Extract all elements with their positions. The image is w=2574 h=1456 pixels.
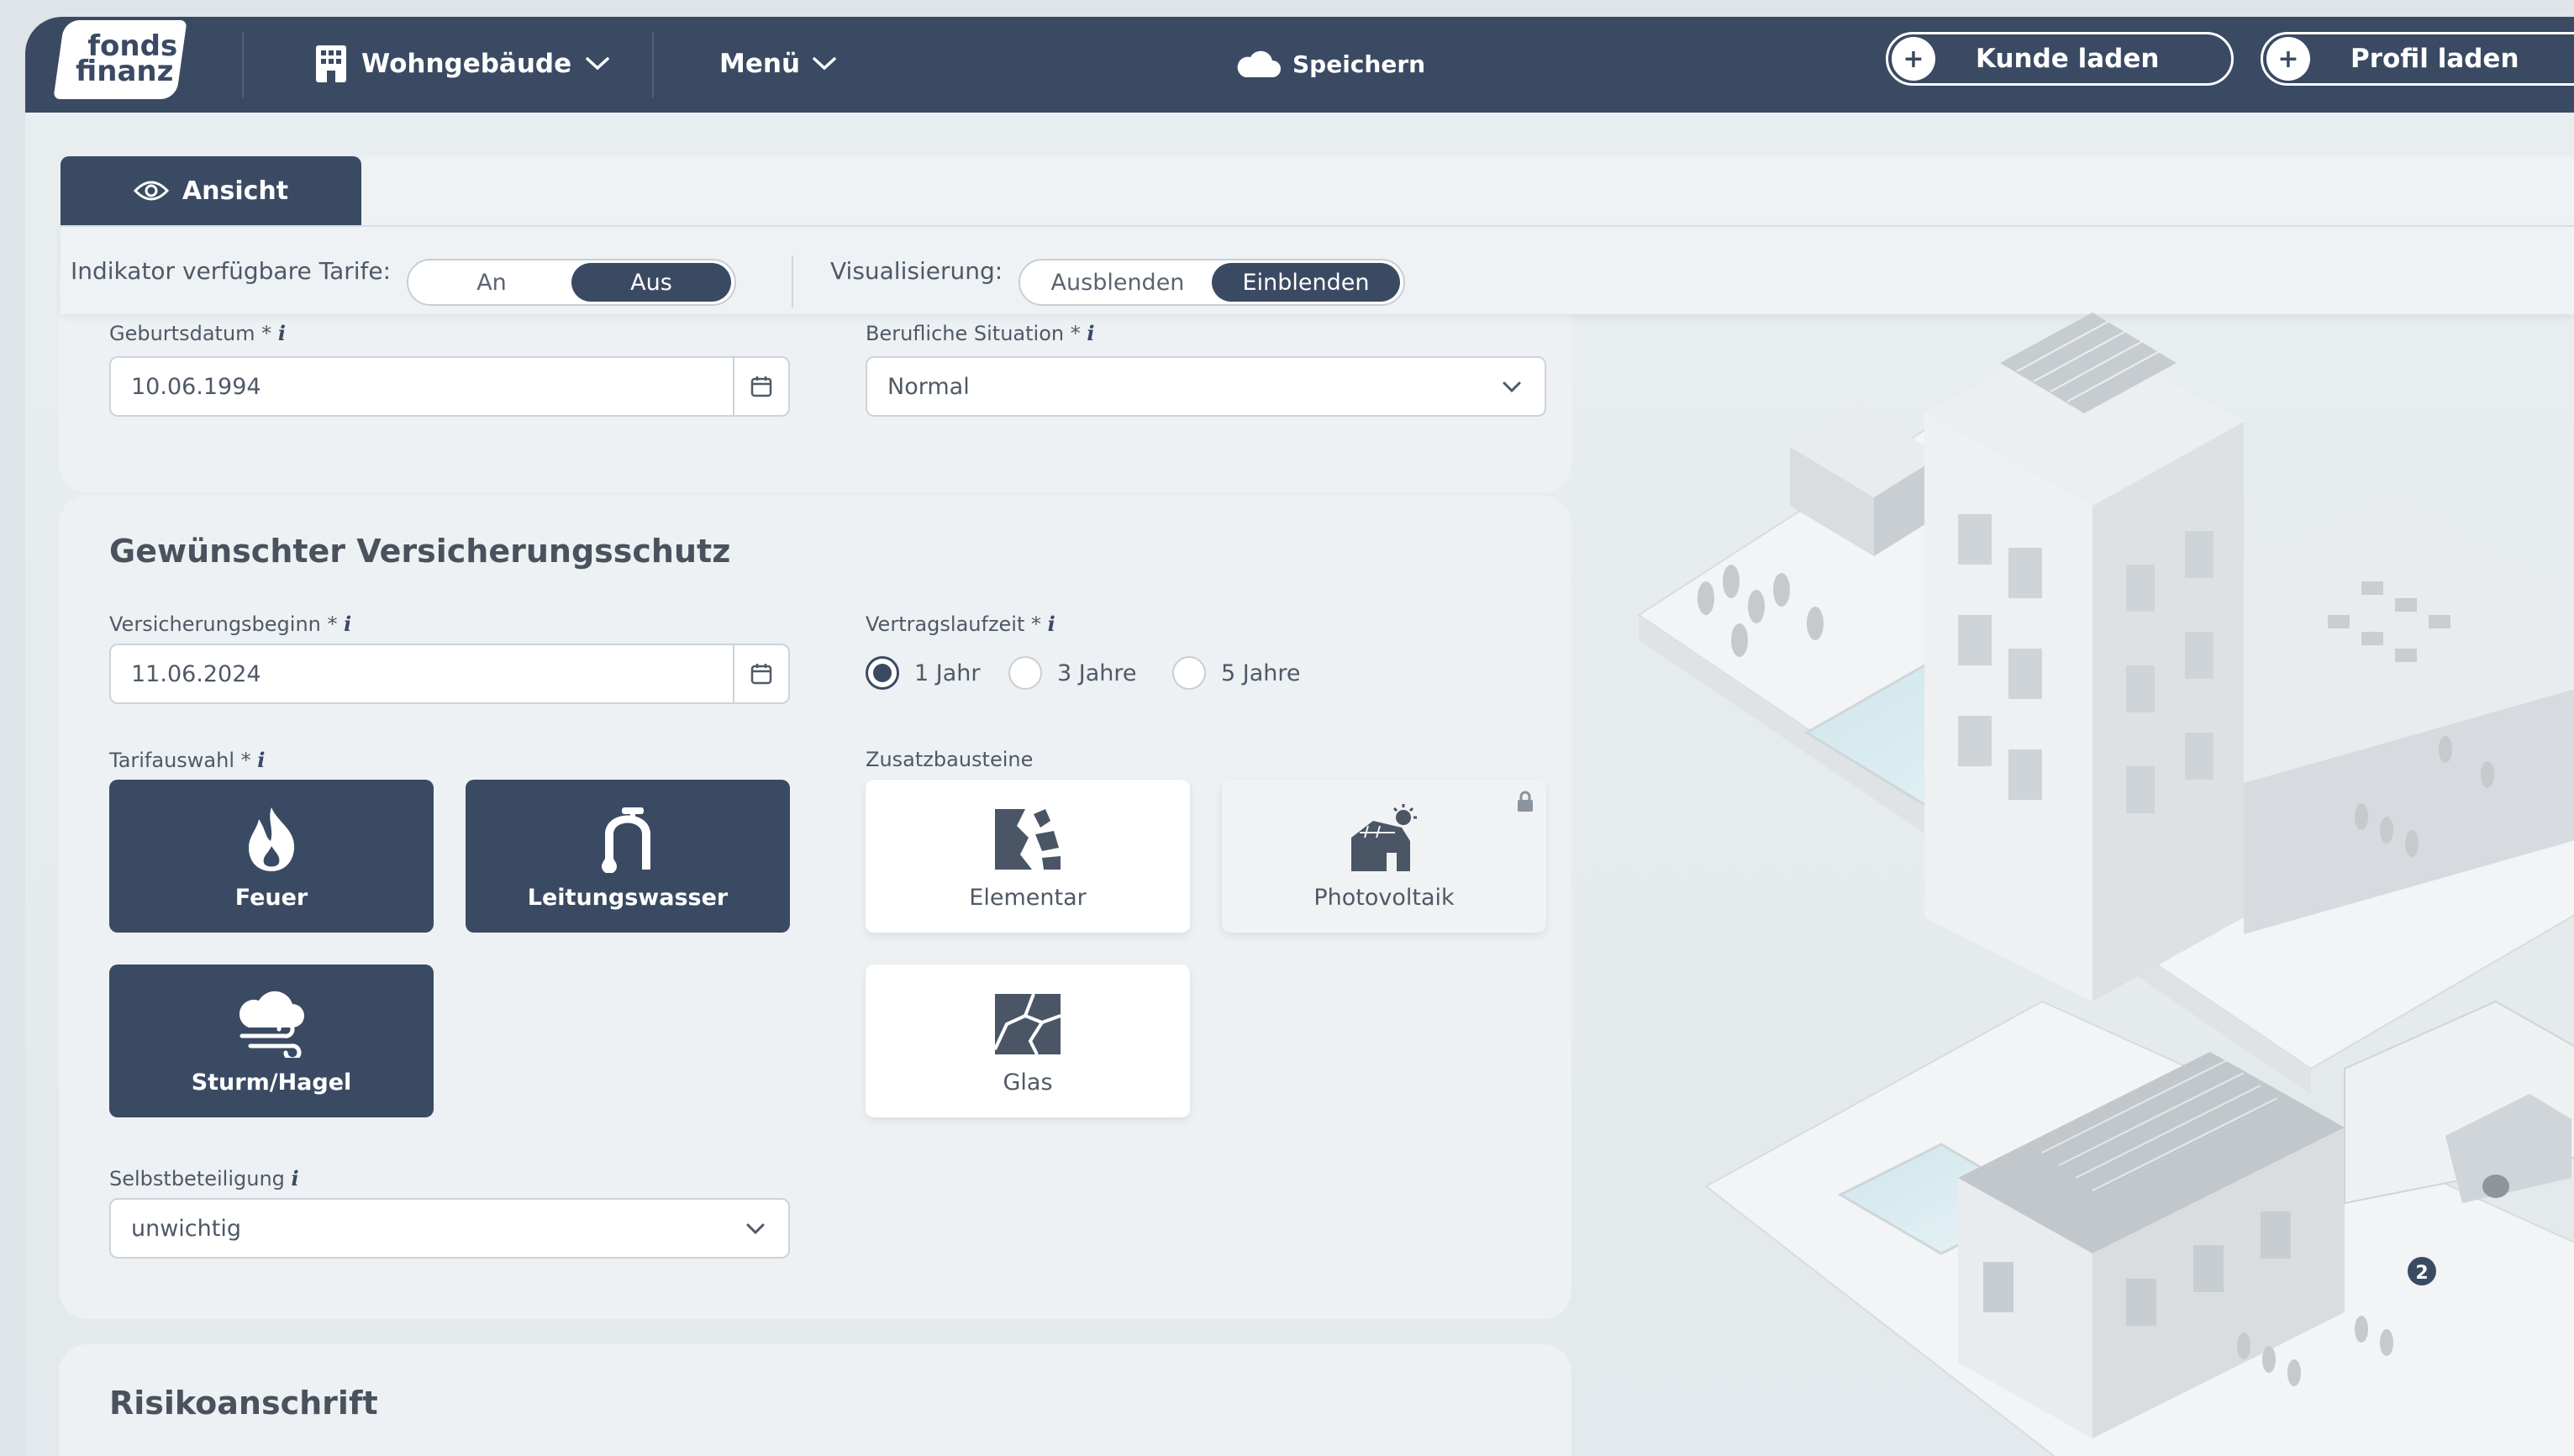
- building-icon: [316, 45, 346, 82]
- load-customer-label: Kunde laden: [1976, 44, 2160, 74]
- addon-tile-elementar[interactable]: Elementar: [866, 780, 1190, 933]
- term-radio-5[interactable]: 5 Jahre: [1172, 656, 1301, 690]
- chevron-down-icon: [1503, 381, 1521, 393]
- chevron-down-icon: [813, 57, 836, 71]
- term-label: Vertragslaufzeit * i: [866, 612, 1055, 636]
- fonds-finanz-logo[interactable]: fonds finanz: [53, 20, 187, 99]
- tariff-label: Tarifauswahl * i: [109, 748, 266, 772]
- logo-line-2: finanz: [76, 55, 174, 88]
- radio-icon: [1172, 656, 1206, 690]
- deductible-select[interactable]: unwichtig: [109, 1198, 790, 1259]
- top-navigation-bar: fonds finanz Wohngebäude Menü Speichern …: [25, 17, 2574, 113]
- calendar-icon: [750, 376, 772, 397]
- tariff-tile-storm[interactable]: Sturm/Hagel: [109, 965, 434, 1117]
- info-icon[interactable]: i: [257, 748, 265, 772]
- toggle-option-show[interactable]: Einblenden: [1212, 263, 1400, 302]
- storm-cloud-icon: [239, 991, 304, 1058]
- solar-house-icon: [1351, 804, 1417, 871]
- radio-selected-icon: [866, 656, 899, 690]
- calendar-button[interactable]: [733, 358, 788, 415]
- calendar-icon: [750, 664, 772, 685]
- plus-icon: +: [2266, 37, 2310, 81]
- toggle-option-off[interactable]: Aus: [571, 263, 731, 302]
- menu-dropdown[interactable]: Menü: [719, 39, 837, 89]
- info-icon[interactable]: i: [278, 321, 286, 345]
- load-customer-button[interactable]: + Kunde laden: [1886, 32, 2234, 86]
- job-select[interactable]: Normal: [866, 356, 1546, 417]
- plus-icon: +: [1892, 37, 1935, 81]
- save-button[interactable]: Speichern: [1235, 39, 1425, 89]
- lock-icon: [1518, 791, 1533, 812]
- cracked-house-icon: [995, 809, 1061, 870]
- tariff-tile-fire[interactable]: Feuer: [109, 780, 434, 933]
- birthdate-input[interactable]: 10.06.1994: [109, 356, 790, 417]
- chevron-down-icon: [746, 1223, 765, 1235]
- flame-icon: [249, 807, 295, 871]
- term-radio-group: 1 Jahr 3 Jahre 5 Jahre: [866, 656, 1454, 693]
- nav-divider: [242, 32, 244, 97]
- visualization-label: Visualisierung:: [830, 257, 1003, 285]
- toggle-option-hide[interactable]: Ausblenden: [1024, 263, 1212, 302]
- tariff-indicator-toggle[interactable]: An Aus: [407, 259, 736, 306]
- risk-address-card: Risikoanschrift: [59, 1344, 1571, 1456]
- toggle-option-on[interactable]: An: [412, 263, 571, 302]
- birthdate-label: Geburtsdatum * i: [109, 321, 286, 345]
- risk-address-title: Risikoanschrift: [109, 1385, 378, 1422]
- coverage-title: Gewünschter Versicherungsschutz: [109, 533, 731, 570]
- load-profile-button[interactable]: + Profil laden: [2261, 32, 2574, 86]
- product-dropdown[interactable]: Wohngebäude: [314, 39, 610, 89]
- addon-tile-photovoltaik: Photovoltaik: [1222, 780, 1546, 933]
- addons-label: Zusatzbausteine: [866, 748, 1034, 771]
- building-visualization: 2: [1637, 313, 2574, 1456]
- faucet-icon: [602, 807, 650, 873]
- broken-glass-icon: [993, 993, 1061, 1055]
- info-icon[interactable]: i: [1048, 612, 1055, 636]
- radio-icon: [1008, 656, 1042, 690]
- single-family-house: 2: [1704, 1000, 2574, 1456]
- term-radio-1[interactable]: 1 Jahr: [866, 656, 980, 690]
- chevron-down-icon: [586, 57, 609, 71]
- info-icon[interactable]: i: [344, 612, 351, 636]
- nav-divider: [652, 32, 654, 97]
- apartment-complex: [1637, 313, 2574, 1094]
- addon-tile-glass[interactable]: Glas: [866, 965, 1190, 1117]
- view-tab[interactable]: Ansicht: [61, 156, 361, 225]
- load-profile-label: Profil laden: [2350, 44, 2519, 74]
- deductible-label: Selbstbeteiligung i: [109, 1166, 299, 1191]
- tariff-indicator-label: Indikator verfügbare Tarife:: [71, 257, 392, 285]
- divider: [792, 255, 793, 307]
- menu-label: Menü: [719, 49, 801, 79]
- info-icon[interactable]: i: [292, 1166, 299, 1191]
- view-panel-topstrip: [361, 156, 2574, 227]
- save-label: Speichern: [1292, 50, 1426, 78]
- coverage-card: Gewünschter Versicherungsschutz Versiche…: [59, 496, 1571, 1319]
- eye-icon: [133, 181, 169, 201]
- view-options-bar: Indikator verfügbare Tarife: An Aus Visu…: [61, 225, 2574, 314]
- visualization-toggle[interactable]: Ausblenden Einblenden: [1019, 259, 1405, 306]
- job-label: Berufliche Situation * i: [866, 321, 1095, 345]
- tariff-tile-water[interactable]: Leitungswasser: [466, 780, 790, 933]
- product-label: Wohngebäude: [361, 49, 572, 79]
- start-date-input[interactable]: 11.06.2024: [109, 644, 790, 704]
- marker-badge-number: 2: [2415, 1263, 2428, 1284]
- app-window: fonds finanz Wohngebäude Menü Speichern …: [25, 17, 2574, 1456]
- calendar-button[interactable]: [733, 645, 788, 702]
- info-icon[interactable]: i: [1087, 321, 1094, 345]
- cloud-icon: [1237, 50, 1281, 77]
- term-radio-3[interactable]: 3 Jahre: [1008, 656, 1137, 690]
- start-label: Versicherungsbeginn * i: [109, 612, 352, 636]
